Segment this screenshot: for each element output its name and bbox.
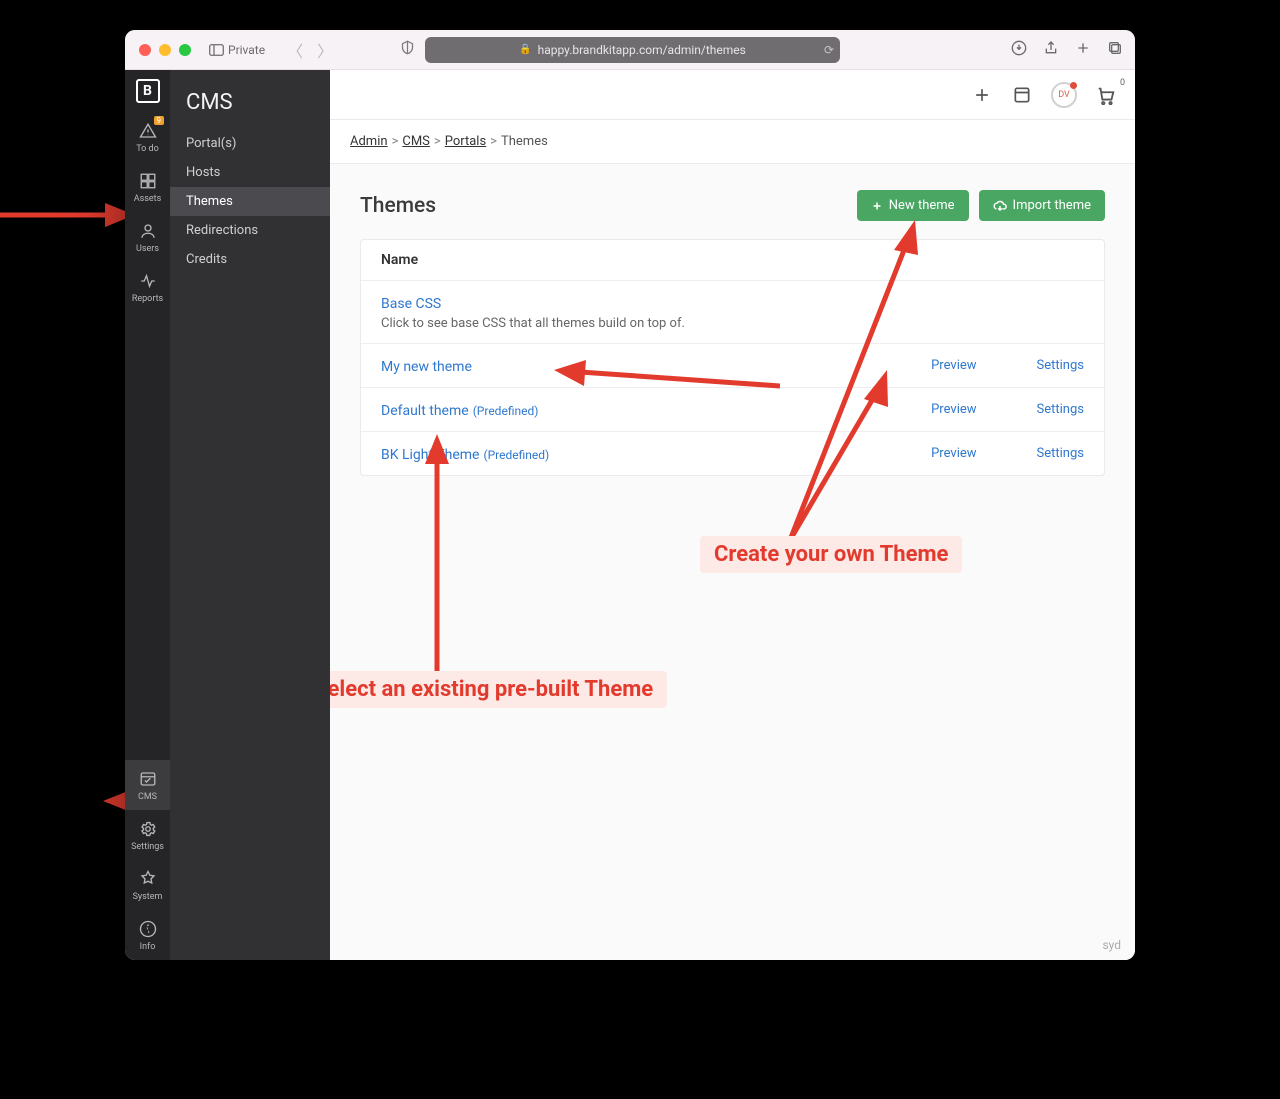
breadcrumb-link[interactable]: Admin <box>350 134 388 149</box>
rail-item-info[interactable]: Info <box>125 910 170 960</box>
add-icon[interactable] <box>971 84 993 106</box>
privacy-shield-icon[interactable] <box>400 40 415 59</box>
settings-link[interactable]: Settings <box>1037 402 1084 417</box>
browser-window: Private 〈 〉 🔒 happy.brandkitapp.com/admi… <box>125 30 1135 960</box>
rail-item-reports[interactable]: Reports <box>125 262 170 312</box>
nav-rail: B To do9AssetsUsersReports CMSSettingsSy… <box>125 70 170 960</box>
content-area: DV 0 Admin>CMS>Portals>Themes Themes New… <box>330 70 1135 960</box>
themes-table: Name Base CSS Click to see base CSS that … <box>360 239 1105 476</box>
preview-link[interactable]: Preview <box>931 446 976 461</box>
annotation-create: Create your own Theme <box>700 536 962 573</box>
close-window-icon[interactable] <box>139 44 151 56</box>
window-controls <box>139 44 191 56</box>
downloads-icon[interactable] <box>1011 40 1027 60</box>
rail-item-system[interactable]: System <box>125 860 170 910</box>
side-panel: CMS Portal(s)HostsThemesRedirectionsCred… <box>170 70 330 960</box>
sidepanel-title: CMS <box>170 84 330 129</box>
sidebar-item-redirections[interactable]: Redirections <box>170 216 330 245</box>
settings-link[interactable]: Settings <box>1037 358 1084 373</box>
avatar[interactable]: DV <box>1051 82 1077 108</box>
table-row: Base CSS Click to see base CSS that all t… <box>361 281 1104 344</box>
browser-chrome: Private 〈 〉 🔒 happy.brandkitapp.com/admi… <box>125 30 1135 70</box>
maximize-window-icon[interactable] <box>179 44 191 56</box>
breadcrumb-link[interactable]: CMS <box>402 134 430 149</box>
predefined-tag: (Predefined) <box>483 448 549 462</box>
settings-link[interactable]: Settings <box>1037 446 1084 461</box>
rail-item-to-do[interactable]: To do9 <box>125 112 170 162</box>
minimize-window-icon[interactable] <box>159 44 171 56</box>
preview-link[interactable]: Preview <box>931 402 976 417</box>
tabs-icon[interactable] <box>1107 40 1123 60</box>
url-text: happy.brandkitapp.com/admin/themes <box>538 43 746 57</box>
top-bar: DV 0 <box>330 70 1135 120</box>
breadcrumb-link[interactable]: Portals <box>445 134 486 149</box>
rail-item-assets[interactable]: Assets <box>125 162 170 212</box>
region-tag: syd <box>1102 938 1121 952</box>
table-row: My new theme Preview Settings <box>361 344 1104 388</box>
page-title: Themes <box>360 194 436 218</box>
app-logo[interactable]: B <box>125 70 170 112</box>
sidebar-item-themes[interactable]: Themes <box>170 187 330 216</box>
rail-item-settings[interactable]: Settings <box>125 810 170 860</box>
share-icon[interactable] <box>1043 40 1059 60</box>
rail-item-cms[interactable]: CMS <box>125 760 170 810</box>
theme-subtitle: Click to see base CSS that all themes bu… <box>381 316 1084 331</box>
sidebar-item-credits[interactable]: Credits <box>170 245 330 274</box>
nav-back-icon[interactable]: 〈 <box>287 38 303 62</box>
rail-badge: 9 <box>154 116 165 125</box>
url-bar[interactable]: 🔒 happy.brandkitapp.com/admin/themes ⟳ <box>425 37 840 63</box>
new-theme-button[interactable]: New theme <box>857 190 969 221</box>
reload-icon[interactable]: ⟳ <box>824 43 834 57</box>
rail-item-users[interactable]: Users <box>125 212 170 262</box>
sidebar-toggle[interactable]: Private <box>209 43 265 57</box>
nav-forward-icon[interactable]: 〉 <box>317 38 333 62</box>
import-theme-button[interactable]: Import theme <box>979 190 1105 221</box>
preview-link[interactable]: Preview <box>931 358 976 373</box>
annotation-select: Select an existing pre-built Theme <box>330 671 667 708</box>
sidebar-item-portal-s-[interactable]: Portal(s) <box>170 129 330 158</box>
table-header-name: Name <box>361 240 1104 281</box>
theme-link[interactable]: BK Light Theme <box>381 447 479 463</box>
breadcrumb: Admin>CMS>Portals>Themes <box>330 120 1135 164</box>
private-label: Private <box>228 43 265 57</box>
sidebar-item-hosts[interactable]: Hosts <box>170 158 330 187</box>
table-row: BK Light Theme (Predefined) Preview Setting… <box>361 432 1104 475</box>
theme-link[interactable]: My new theme <box>381 359 472 375</box>
cart-count: 0 <box>1120 78 1125 88</box>
predefined-tag: (Predefined) <box>473 404 539 418</box>
table-row: Default theme (Predefined) Preview Settings <box>361 388 1104 432</box>
breadcrumb-current: Themes <box>501 134 548 149</box>
cart-icon[interactable]: 0 <box>1095 84 1117 106</box>
theme-link[interactable]: Default theme <box>381 403 469 419</box>
orders-icon[interactable] <box>1011 84 1033 106</box>
theme-link[interactable]: Base CSS <box>381 296 441 312</box>
new-tab-icon[interactable] <box>1075 40 1091 60</box>
lock-icon: 🔒 <box>519 44 531 55</box>
